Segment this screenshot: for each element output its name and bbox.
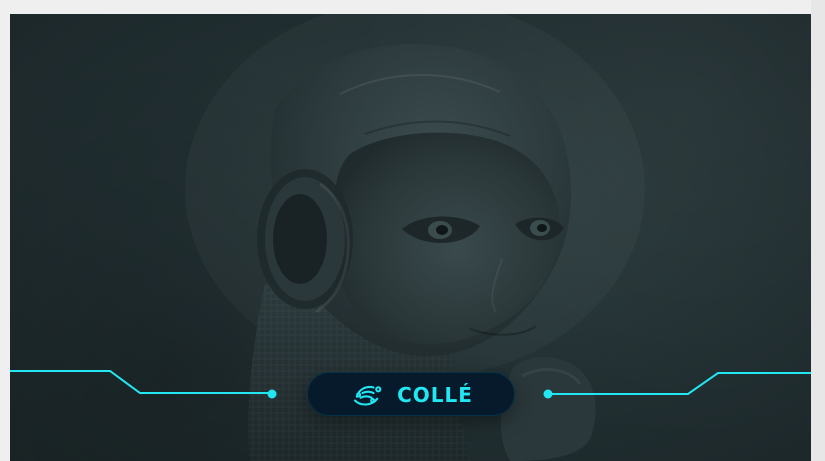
brand-name: COLLÉ xyxy=(397,383,473,407)
page: COLLÉ xyxy=(0,0,825,461)
brand-logo-pill: COLLÉ xyxy=(307,372,515,416)
colle-logo-icon xyxy=(353,385,382,406)
hero-banner: COLLÉ xyxy=(10,14,811,461)
